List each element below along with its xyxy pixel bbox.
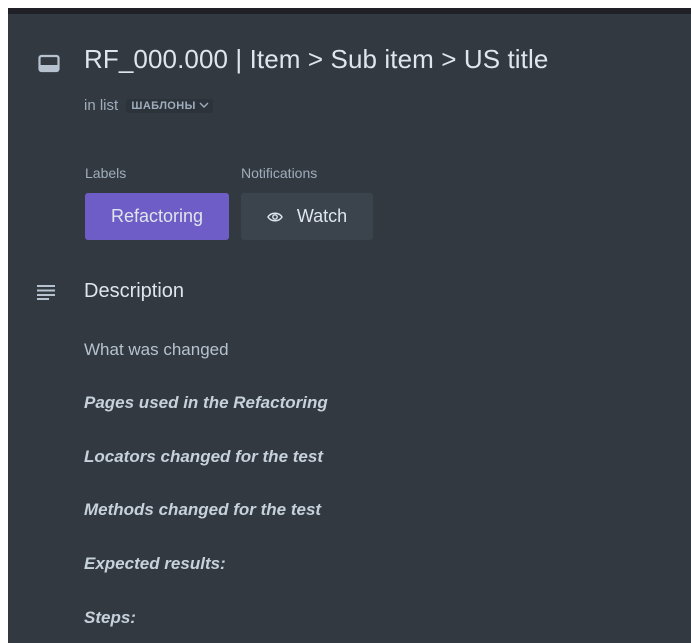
description-heading: Description — [84, 280, 185, 302]
top-bar — [8, 8, 691, 14]
list-selector[interactable]: ШАБЛОНЫ — [126, 99, 213, 113]
description-line[interactable]: Steps: — [84, 608, 136, 628]
card-title[interactable]: RF_000.000 | Item > Sub item > US title — [84, 44, 548, 75]
description-line[interactable]: Methods changed for the test — [84, 500, 321, 520]
notifications-heading: Notifications — [241, 165, 318, 181]
label-refactoring[interactable]: Refactoring — [85, 193, 229, 240]
description-line[interactable]: Pages used in the Refactoring — [84, 393, 328, 413]
description-line[interactable]: Expected results: — [84, 554, 226, 574]
chevron-down-icon — [199, 102, 209, 108]
description-icon — [37, 284, 55, 300]
description-line[interactable]: Locators changed for the test — [84, 447, 323, 467]
watch-button[interactable]: Watch — [241, 193, 373, 240]
in-list-prefix: in list — [84, 97, 119, 114]
watch-label: Watch — [296, 206, 348, 226]
list-name: ШАБЛОНЫ — [131, 100, 196, 112]
card-detail-panel: RF_000.000 | Item > Sub item > US title … — [8, 8, 691, 643]
list-info: in list ШАБЛОНЫ — [84, 97, 213, 114]
eye-icon — [267, 212, 283, 222]
labels-heading: Labels — [85, 165, 127, 181]
description-line[interactable]: What was changed — [84, 340, 229, 360]
card-icon — [38, 54, 60, 74]
